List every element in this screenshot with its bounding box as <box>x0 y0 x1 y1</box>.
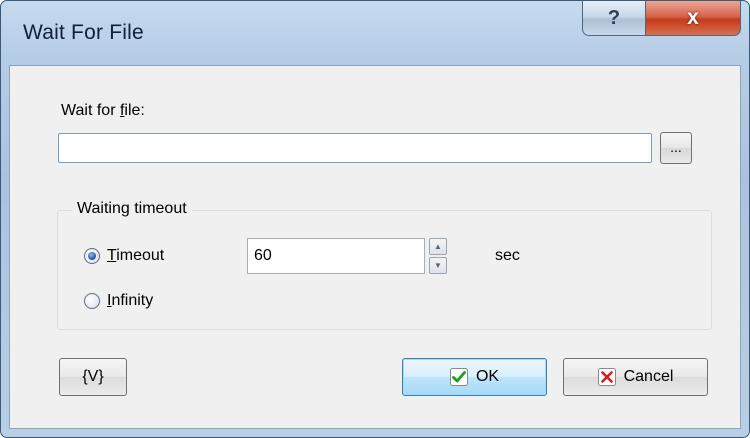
infinity-radio-label: Infinity <box>107 292 154 309</box>
caption-buttons: ? x <box>582 1 741 37</box>
chevron-down-icon: ▼ <box>434 261 442 270</box>
title-bar[interactable]: Wait For File ? x <box>1 1 749 65</box>
variables-button[interactable]: {V} <box>59 358 127 396</box>
infinity-radio[interactable] <box>84 293 100 309</box>
dialog-body: Wait for file: ... Waiting timeout Timeo… <box>9 65 741 429</box>
variables-button-label: {V} <box>82 368 104 385</box>
help-icon: ? <box>607 6 621 29</box>
close-button[interactable]: x <box>646 1 741 36</box>
chevron-up-icon: ▲ <box>434 242 442 251</box>
cancel-button[interactable]: Cancel <box>563 358 708 396</box>
file-path-input[interactable] <box>58 133 652 163</box>
spin-up-button[interactable]: ▲ <box>429 238 447 255</box>
help-button[interactable]: ? <box>582 1 646 36</box>
timeout-radio-label: Timeout <box>107 247 165 264</box>
spin-down-button[interactable]: ▼ <box>429 257 447 274</box>
timeout-radio-option[interactable]: Timeout <box>84 247 164 265</box>
cancel-x-icon <box>597 368 616 386</box>
group-title: Waiting timeout <box>72 200 192 218</box>
window-title: Wait For File <box>23 21 144 44</box>
dialog-window: Wait For File ? x Wait for file: ... Wai… <box>0 0 750 438</box>
ok-button-label: OK <box>475 368 500 385</box>
wait-for-file-label: Wait for file: <box>61 102 145 119</box>
infinity-radio-option[interactable]: Infinity <box>84 292 153 310</box>
timeout-spinner: ▲ ▼ <box>429 238 447 274</box>
timeout-radio[interactable] <box>84 248 100 264</box>
unit-label: sec <box>495 247 520 264</box>
cancel-button-label: Cancel <box>623 368 674 385</box>
browse-button[interactable]: ... <box>660 132 692 164</box>
ok-button[interactable]: OK <box>402 358 547 396</box>
close-icon: x <box>687 6 699 29</box>
timeout-value-input[interactable] <box>247 238 425 274</box>
checkmark-icon <box>449 368 468 386</box>
